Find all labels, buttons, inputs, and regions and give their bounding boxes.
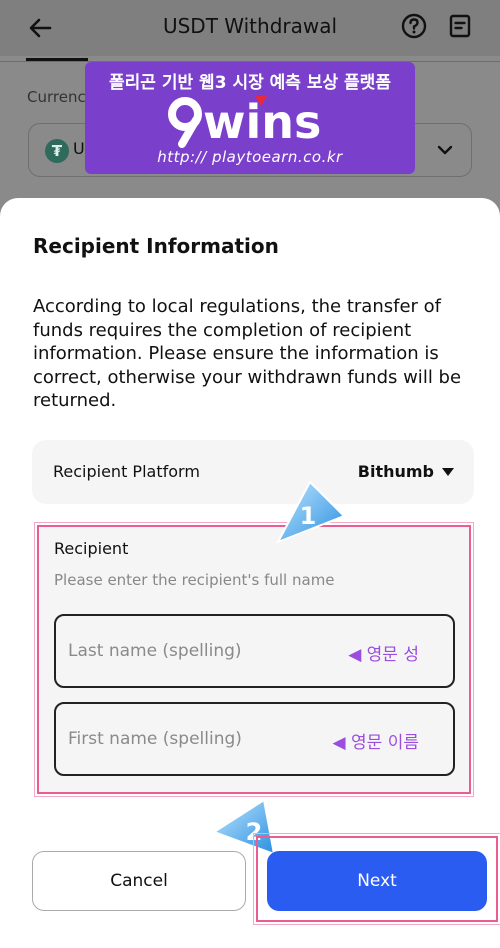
sheet-description: According to local regulations, the tran… xyxy=(33,296,462,411)
document-icon[interactable] xyxy=(446,12,474,40)
watermark-banner: 폴리곤 기반 웹3 시장 예측 보상 플랫폼 wins http:// play… xyxy=(85,62,415,174)
chevron-down-icon xyxy=(437,145,453,155)
platform-label: Recipient Platform xyxy=(53,462,200,481)
recipient-platform-select[interactable]: Recipient Platform Bithumb xyxy=(32,440,474,504)
recipient-hint: Please enter the recipient's full name xyxy=(54,571,335,589)
first-name-field[interactable]: ◀ 영문 이름 xyxy=(54,702,455,776)
cancel-button[interactable]: Cancel xyxy=(32,851,246,911)
last-name-annotation: ◀ 영문 성 xyxy=(348,645,419,665)
question-circle-icon[interactable] xyxy=(400,12,428,40)
next-button[interactable]: Next xyxy=(267,851,487,911)
tether-logo-icon: ₮ xyxy=(45,139,69,163)
watermark-logo: wins xyxy=(168,95,321,148)
sheet-title: Recipient Information xyxy=(33,234,279,258)
recipient-section: Recipient Please enter the recipient's f… xyxy=(34,522,474,797)
caret-down-icon xyxy=(442,468,454,476)
first-name-annotation: ◀ 영문 이름 xyxy=(332,733,419,753)
recipient-label: Recipient xyxy=(54,539,129,558)
step-badge-1-label: 1 xyxy=(300,502,317,530)
recipient-sheet: Recipient Information According to local… xyxy=(0,198,500,948)
last-name-input[interactable] xyxy=(68,616,318,686)
last-name-field[interactable]: ◀ 영문 성 xyxy=(54,614,455,688)
watermark-url: http:// playtoearn.co.kr xyxy=(157,148,343,166)
platform-value: Bithumb xyxy=(357,462,434,481)
next-button-highlight: Next xyxy=(253,833,500,925)
step-badge-1: 1 xyxy=(275,480,346,544)
watermark-tagline: 폴리곤 기반 웹3 시장 예측 보상 플랫폼 xyxy=(109,73,391,93)
app-header: USDT Withdrawal xyxy=(0,0,500,56)
first-name-input[interactable] xyxy=(68,704,318,774)
